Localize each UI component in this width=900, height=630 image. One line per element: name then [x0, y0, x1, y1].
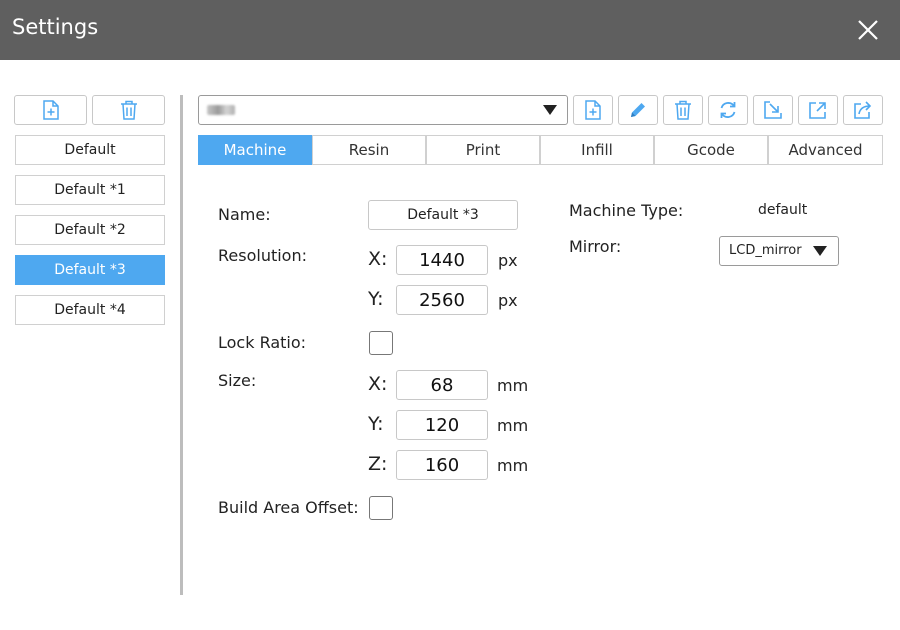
size-y-label: Y: — [368, 413, 384, 435]
lock-ratio-checkbox[interactable] — [369, 331, 393, 355]
size-x-label: X: — [368, 373, 388, 395]
import-printer-button[interactable] — [753, 95, 793, 125]
size-label: Size: — [218, 371, 257, 390]
machine-type-value: default — [758, 202, 808, 218]
resolution-label: Resolution: — [218, 246, 307, 265]
tab-advanced[interactable]: Advanced — [768, 135, 883, 165]
profile-item-selected[interactable]: Default *3 — [15, 255, 165, 285]
delete-profile-button[interactable] — [92, 95, 165, 125]
tab-machine[interactable]: Machine — [198, 135, 312, 165]
machine-type-label: Machine Type: — [569, 201, 684, 220]
new-profile-button[interactable] — [14, 95, 87, 125]
trash-icon — [120, 100, 137, 120]
dropdown-arrow-icon — [543, 105, 557, 115]
profile-item[interactable]: Default *4 — [15, 295, 165, 325]
printer-name-redacted — [207, 105, 235, 115]
title-bar: Settings — [0, 0, 900, 60]
size-y-unit: mm — [497, 416, 529, 435]
lock-ratio-label: Lock Ratio: — [218, 333, 307, 352]
size-z-label: Z: — [368, 453, 388, 475]
size-z-field[interactable]: 160 — [396, 450, 488, 480]
size-x-field[interactable]: 68 — [396, 370, 488, 400]
tab-gcode[interactable]: Gcode — [654, 135, 768, 165]
resolution-y-label: Y: — [368, 288, 384, 310]
pencil-icon — [631, 103, 645, 117]
close-button[interactable] — [850, 12, 886, 48]
share-printer-button[interactable] — [843, 95, 883, 125]
mirror-select-value: LCD_mirror — [729, 243, 802, 258]
name-label: Name: — [218, 205, 271, 224]
profile-item[interactable]: Default *1 — [15, 175, 165, 205]
refresh-icon — [720, 102, 736, 118]
size-x-unit: mm — [497, 376, 529, 395]
size-z-unit: mm — [497, 456, 529, 475]
new-printer-button[interactable] — [573, 95, 613, 125]
profile-item[interactable]: Default — [15, 135, 165, 165]
resolution-x-label: X: — [368, 248, 388, 270]
resolution-x-unit: px — [498, 251, 518, 270]
reset-printer-button[interactable] — [708, 95, 748, 125]
export-printer-button[interactable] — [798, 95, 838, 125]
mirror-label: Mirror: — [569, 237, 622, 256]
resolution-y-unit: px — [498, 291, 518, 310]
export-icon — [809, 102, 826, 119]
close-icon — [858, 20, 878, 40]
size-y-field[interactable]: 120 — [396, 410, 488, 440]
build-area-offset-label: Build Area Offset: — [218, 498, 359, 517]
share-icon — [854, 101, 872, 119]
profile-item[interactable]: Default *2 — [15, 215, 165, 245]
tab-infill[interactable]: Infill — [540, 135, 654, 165]
delete-printer-button[interactable] — [663, 95, 703, 125]
tab-print[interactable]: Print — [426, 135, 540, 165]
new-file-icon — [42, 100, 59, 120]
panel-divider[interactable] — [180, 95, 183, 595]
window-title: Settings — [12, 15, 99, 39]
resolution-y-field[interactable]: 2560 — [396, 285, 488, 315]
build-area-offset-checkbox[interactable] — [369, 496, 393, 520]
rename-printer-button[interactable] — [618, 95, 658, 125]
tab-resin[interactable]: Resin — [312, 135, 426, 165]
printer-select[interactable] — [198, 95, 568, 125]
trash-icon — [675, 100, 691, 120]
resolution-x-field[interactable]: 1440 — [396, 245, 488, 275]
name-field[interactable]: Default *3 — [368, 200, 518, 230]
import-icon — [764, 101, 782, 119]
mirror-select[interactable]: LCD_mirror — [719, 236, 839, 266]
dropdown-arrow-icon — [813, 246, 827, 256]
new-file-icon — [585, 100, 601, 120]
